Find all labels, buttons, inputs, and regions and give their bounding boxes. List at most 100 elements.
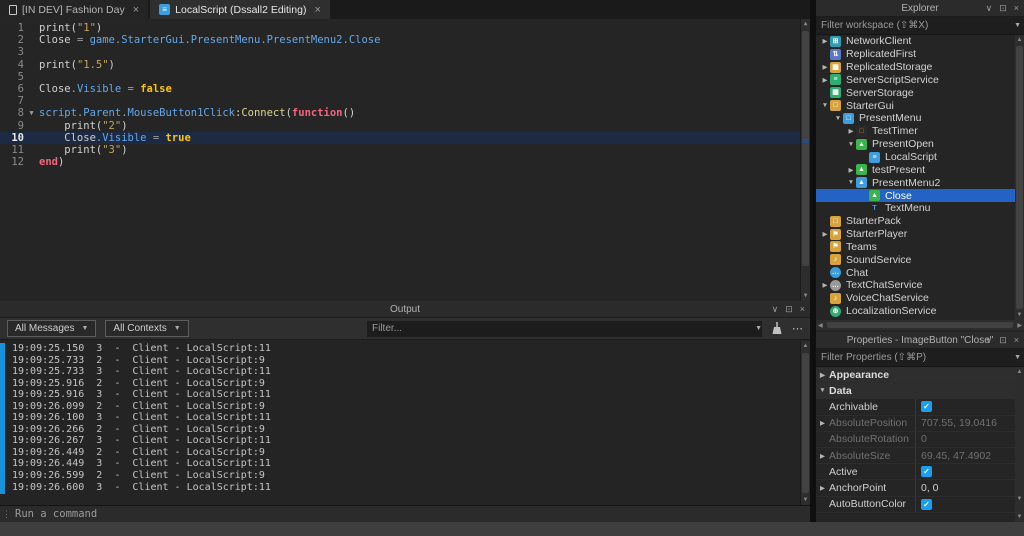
property-section-data[interactable]: ▼ Data (816, 383, 1015, 400)
tree-item-testtimer[interactable]: ▶ □ TestTimer (816, 125, 1015, 138)
tree-item-teams[interactable]: ⚑ Teams (816, 241, 1015, 254)
code-line[interactable]: 6 Close.Visible = false (0, 83, 810, 95)
expander-icon[interactable]: ▼ (820, 102, 830, 109)
checkbox[interactable]: ✓ (921, 498, 932, 510)
property-value[interactable]: ✓ (915, 496, 1015, 512)
close-icon[interactable]: × (1014, 335, 1019, 345)
explorer-hscrollbar[interactable]: ◀ ▶ (816, 320, 1024, 330)
expander-icon[interactable]: ▶ (816, 371, 829, 379)
code-line[interactable]: 10 Close.Visible = true (0, 131, 810, 144)
popout-icon[interactable]: ⊡ (785, 304, 793, 315)
tree-item-close[interactable]: ▲ Close (816, 189, 1015, 202)
checkbox[interactable]: ✓ (921, 401, 932, 413)
properties-filter-box[interactable]: ▼ (816, 349, 1024, 367)
tree-item-presentmenu[interactable]: ▼ □ PresentMenu (816, 112, 1015, 125)
expander-icon[interactable]: ▶ (820, 76, 830, 84)
scrollbar-thumb[interactable] (802, 31, 809, 266)
tree-item-localizationservice[interactable]: ⊕ LocalizationService (816, 305, 1015, 318)
command-bar[interactable]: ⋮ (0, 505, 810, 522)
tree-item-serverstorage[interactable]: ▦ ServerStorage (816, 86, 1015, 99)
scroll-up-icon[interactable]: ▲ (1015, 35, 1024, 45)
scroll-up-icon[interactable]: ▲ (1015, 367, 1024, 377)
explorer-filter-box[interactable]: ▼ (816, 17, 1024, 35)
scroll-down-icon[interactable]: ▼ (801, 291, 810, 301)
code-line[interactable]: 7 (0, 95, 810, 107)
code-line[interactable]: 8 ▼ script.Parent.MouseButton1Click:Connec… (0, 107, 810, 119)
log-line[interactable]: 19:09:25.150 3 - Client - LocalScript:11 (12, 343, 800, 355)
tree-item-textmenu[interactable]: T TextMenu (816, 202, 1015, 215)
property-section-appearance[interactable]: ▶ Appearance (816, 367, 1015, 384)
output-scrollbar[interactable]: ▲ ▼ (800, 341, 810, 505)
scrollbar-thumb[interactable] (826, 322, 1014, 328)
chevron-down-icon[interactable]: ▼ (755, 325, 762, 332)
dock-options-icon[interactable]: ∨ (986, 3, 993, 14)
expander-icon[interactable]: ▶ (846, 166, 856, 174)
log-line[interactable]: 19:09:25.916 2 - Client - LocalScript:9 (12, 378, 800, 390)
expander-icon[interactable]: ▼ (833, 115, 843, 122)
tab-localscript-dssall2-editing-[interactable]: ≡ LocalScript (Dssall2 Editing) × (150, 0, 330, 19)
log-line[interactable]: 19:09:26.449 2 - Client - LocalScript:9 (12, 447, 800, 459)
dock-options-icon[interactable]: ∨ (772, 304, 779, 315)
close-icon[interactable]: × (800, 304, 805, 314)
output-titlebar[interactable]: Output ∨ ⊡ × (0, 301, 810, 318)
expander-icon[interactable]: ▼ (846, 141, 856, 148)
code-line[interactable]: 9 print("2") (0, 120, 810, 132)
property-value[interactable]: ✓ (915, 399, 1015, 415)
code-line[interactable]: 12 end) (0, 156, 810, 168)
expander-icon[interactable]: ▶ (820, 281, 830, 289)
property-value[interactable]: ✓ (915, 464, 1015, 480)
expander-icon[interactable]: ▶ (816, 484, 829, 492)
tree-item-starterplayer[interactable]: ▶ ⚑ StarterPlayer (816, 228, 1015, 241)
tree-item-textchatservice[interactable]: ▶… TextChatService (816, 279, 1015, 292)
code-line[interactable]: 11 print("3") (0, 144, 810, 156)
properties-titlebar[interactable]: Properties - ImageButton "Close" ∨ ⊡ × (816, 332, 1024, 349)
expander-icon[interactable]: ▶ (820, 37, 830, 45)
expander-icon[interactable]: ▶ (816, 419, 829, 427)
clear-output-icon[interactable] (771, 322, 783, 335)
output-filter-input[interactable] (367, 323, 756, 334)
log-line[interactable]: 19:09:25.733 3 - Client - LocalScript:11 (12, 366, 800, 378)
tree-item-serverscriptservice[interactable]: ▶ ≡ ServerScriptService (816, 74, 1015, 87)
tree-item-voicechatservice[interactable]: ♪ VoiceChatService (816, 292, 1015, 305)
log-line[interactable]: 19:09:26.599 2 - Client - LocalScript:9 (12, 470, 800, 482)
log-line[interactable]: 19:09:25.733 2 - Client - LocalScript:9 (12, 355, 800, 367)
scroll-up-icon[interactable]: ▲ (801, 19, 810, 29)
tree-item-startergui[interactable]: ▼ □ StarterGui (816, 99, 1015, 112)
more-options-icon[interactable]: ⋯ (792, 322, 803, 335)
scroll-down-icon[interactable]: ▼ (801, 495, 810, 505)
tree-item-testpresent[interactable]: ▶ ▲ testPresent (816, 163, 1015, 176)
tree-item-networkclient[interactable]: ▶ ⊞ NetworkClient (816, 35, 1015, 48)
scroll-down-icon[interactable]: ▼ (1015, 494, 1024, 504)
editor-scrollbar[interactable]: ▲ ▼ (800, 19, 810, 301)
code-line[interactable]: 3 (0, 46, 810, 58)
expander-icon[interactable]: ▶ (820, 63, 830, 71)
chevron-down-icon[interactable]: ▼ (1014, 22, 1024, 29)
scrollbar-thumb[interactable] (1016, 46, 1023, 309)
close-icon[interactable]: × (133, 4, 139, 16)
tree-item-localscript[interactable]: ≡ LocalScript (816, 151, 1015, 164)
tree-item-starterpack[interactable]: □ StarterPack (816, 215, 1015, 228)
property-value[interactable]: 0, 0 (915, 480, 1015, 496)
log-line[interactable]: 19:09:26.100 3 - Client - LocalScript:11 (12, 412, 800, 424)
tree-item-presentopen[interactable]: ▼ ▲ PresentOpen (816, 138, 1015, 151)
chevron-down-icon[interactable]: ▼ (1014, 354, 1024, 361)
expander-icon[interactable]: ▶ (816, 452, 829, 460)
checkbox[interactable]: ✓ (921, 466, 932, 478)
dock-options-icon[interactable]: ∨ (986, 335, 993, 346)
log-line[interactable]: 19:09:25.916 3 - Client - LocalScript:11 (12, 389, 800, 401)
log-line[interactable]: 19:09:26.266 2 - Client - LocalScript:9 (12, 424, 800, 436)
scroll-left-icon[interactable]: ◀ (816, 322, 825, 329)
scroll-down-icon[interactable]: ▼ (1015, 512, 1024, 522)
output-log[interactable]: 19:09:25.150 3 - Client - LocalScript:11… (0, 341, 800, 505)
properties-scrollbar[interactable]: ▲ ▼ ▼ (1015, 367, 1024, 522)
popout-icon[interactable]: ⊡ (999, 335, 1007, 346)
popout-icon[interactable]: ⊡ (999, 3, 1007, 14)
expander-icon[interactable]: ▶ (846, 127, 856, 135)
scroll-right-icon[interactable]: ▶ (1015, 322, 1024, 329)
tree-item-replicatedstorage[interactable]: ▶ ▦ ReplicatedStorage (816, 61, 1015, 74)
code-line[interactable]: 5 (0, 71, 810, 83)
expander-icon[interactable]: ▼ (816, 387, 829, 394)
command-input[interactable] (15, 508, 810, 520)
expander-icon[interactable]: ▼ (846, 179, 856, 186)
contexts-filter-dropdown[interactable]: All Contexts ▼ (105, 320, 189, 337)
